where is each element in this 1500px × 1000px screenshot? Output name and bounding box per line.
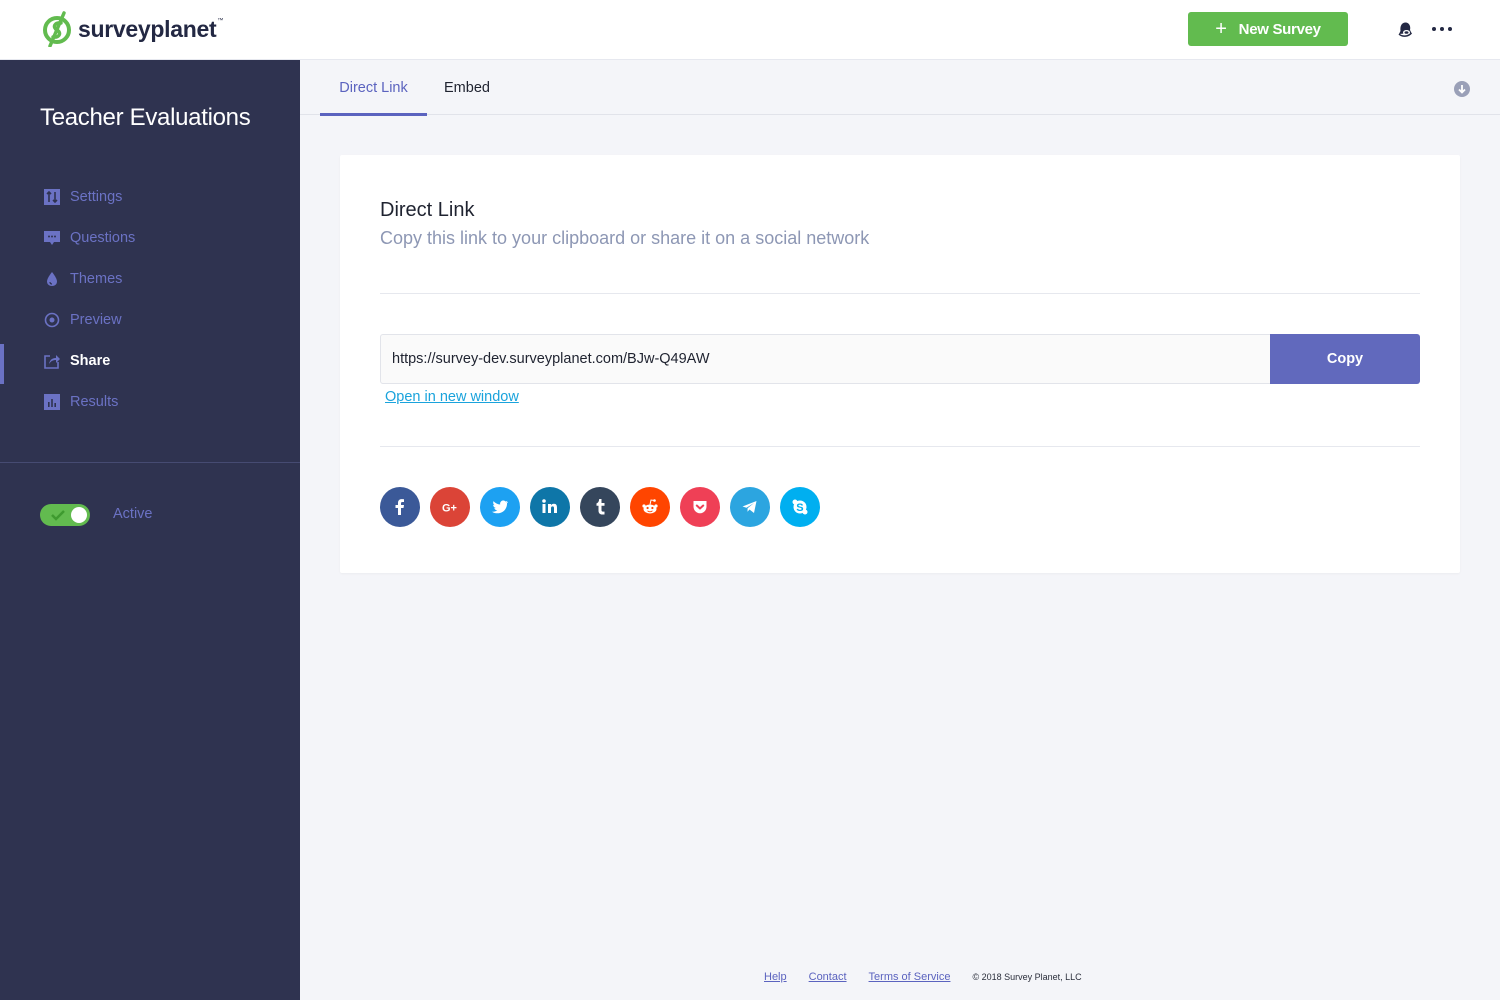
share-google-plus-button[interactable]: G+ <box>430 487 470 527</box>
download-circle-icon[interactable] <box>1454 81 1470 97</box>
facebook-icon <box>395 499 404 515</box>
sidebar-item-results[interactable]: Results <box>0 381 300 422</box>
new-survey-label: New Survey <box>1238 20 1321 38</box>
toggle-knob <box>71 507 87 523</box>
share-pocket-button[interactable] <box>680 487 720 527</box>
sidebar-item-share[interactable]: Share <box>0 340 300 384</box>
sliders-icon <box>44 188 60 205</box>
direct-link-card: Direct Link Copy this link to your clipb… <box>340 155 1460 573</box>
reddit-icon <box>642 499 658 514</box>
sidebar: Teacher Evaluations Settings Questions T… <box>0 60 300 1000</box>
sidebar-item-preview[interactable]: Preview <box>0 299 300 340</box>
share-twitter-button[interactable] <box>480 487 520 527</box>
surveyplanet-logo-icon <box>43 11 71 47</box>
svg-text:G+: G+ <box>442 503 457 515</box>
footer: Help Contact Terms of Service © 2018 Sur… <box>764 971 1082 983</box>
active-toggle-label: Active <box>113 506 153 522</box>
footer-link-help[interactable]: Help <box>764 971 787 983</box>
share-tabs: Direct Link Embed <box>300 60 1500 116</box>
logo-text: surveyplanet <box>78 15 217 42</box>
sidebar-nav: Settings Questions Themes Preview Share … <box>0 176 300 422</box>
new-survey-button[interactable]: + New Survey <box>1188 12 1348 46</box>
share-skype-button[interactable]: S <box>780 487 820 527</box>
logo-trademark: ™ <box>217 18 224 24</box>
divider <box>380 293 1420 294</box>
more-dot <box>1440 27 1444 31</box>
sidebar-item-label: Settings <box>70 188 123 205</box>
more-dot <box>1448 27 1452 31</box>
survey-title: Teacher Evaluations <box>40 104 251 131</box>
tumblr-icon <box>596 499 605 515</box>
share-facebook-button[interactable] <box>380 487 420 527</box>
more-icon[interactable] <box>1432 20 1452 38</box>
twitter-icon <box>492 500 508 514</box>
bell-icon[interactable] <box>1396 20 1414 38</box>
skype-icon: S <box>792 499 808 515</box>
social-share-buttons: G+ S <box>380 487 830 527</box>
logo[interactable]: surveyplanet ™ <box>42 11 223 47</box>
tab-embed[interactable]: Embed <box>427 60 507 115</box>
copy-button[interactable]: Copy <box>1270 334 1420 384</box>
survey-url-input[interactable] <box>380 334 1270 384</box>
share-telegram-button[interactable] <box>730 487 770 527</box>
google-plus-icon: G+ <box>442 503 457 515</box>
top-bar: surveyplanet ™ + New Survey <box>0 0 1500 60</box>
droplet-icon <box>47 271 57 286</box>
open-in-new-window-link[interactable]: Open in new window <box>385 389 519 405</box>
sidebar-divider <box>0 462 300 463</box>
sidebar-item-questions[interactable]: Questions <box>0 217 300 258</box>
active-toggle[interactable] <box>40 504 90 526</box>
sidebar-item-label: Themes <box>70 270 123 287</box>
pocket-icon <box>693 501 707 514</box>
sidebar-item-label: Preview <box>70 311 122 328</box>
share-tumblr-button[interactable] <box>580 487 620 527</box>
telegram-icon <box>742 501 757 513</box>
bar-chart-icon <box>44 393 60 410</box>
sidebar-item-label: Questions <box>70 229 136 246</box>
eye-icon <box>44 312 60 327</box>
more-dot <box>1432 27 1436 31</box>
share-icon <box>44 354 60 369</box>
footer-copyright: © 2018 Survey Planet, LLC <box>972 972 1082 982</box>
sidebar-item-settings[interactable]: Settings <box>0 176 300 217</box>
sidebar-item-themes[interactable]: Themes <box>0 258 300 299</box>
linkedin-icon <box>542 499 557 513</box>
share-linkedin-button[interactable] <box>530 487 570 527</box>
svg-text:S: S <box>796 502 803 514</box>
card-title: Direct Link <box>380 199 475 221</box>
footer-link-terms[interactable]: Terms of Service <box>869 971 951 983</box>
footer-link-contact[interactable]: Contact <box>809 971 847 983</box>
tab-direct-link[interactable]: Direct Link <box>320 60 427 116</box>
sidebar-item-label: Results <box>70 393 119 410</box>
card-subtitle: Copy this link to your clipboard or shar… <box>380 228 870 248</box>
speech-bubble-icon <box>44 230 60 245</box>
divider <box>380 446 1420 447</box>
sidebar-item-label: Share <box>70 352 111 369</box>
share-reddit-button[interactable] <box>630 487 670 527</box>
check-icon <box>51 510 65 521</box>
plus-icon: + <box>1215 18 1227 40</box>
